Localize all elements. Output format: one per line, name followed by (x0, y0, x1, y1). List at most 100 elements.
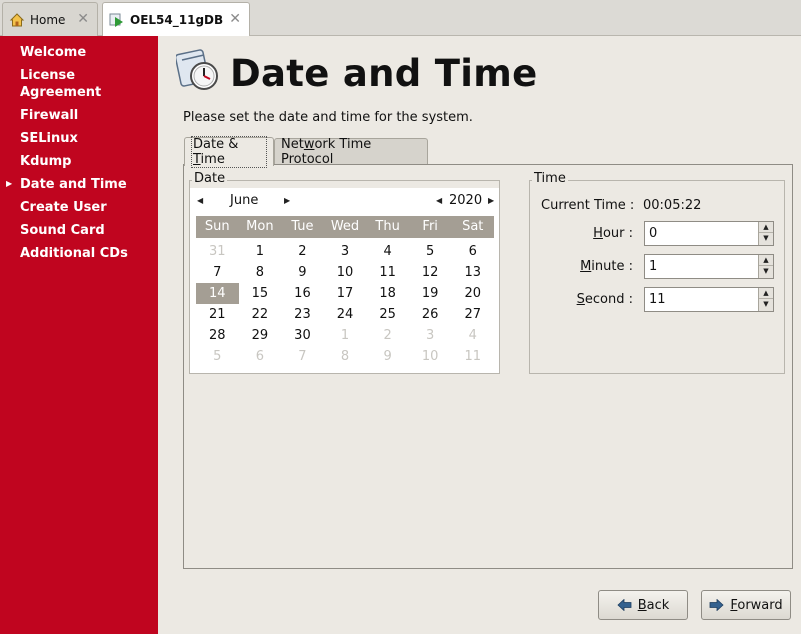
prev-month-button[interactable]: ◀ (197, 196, 203, 205)
home-icon (9, 12, 25, 28)
calendar-day[interactable]: 30 (281, 325, 324, 346)
calendar-day[interactable]: 3 (324, 241, 367, 262)
weekday-header-row: Sun Mon Tue Wed Thu Fri Sat (196, 216, 494, 238)
calendar-day[interactable]: 6 (239, 346, 282, 367)
next-year-button[interactable]: ▶ (488, 196, 494, 205)
hour-value[interactable]: 0 (649, 226, 657, 241)
prev-year-button[interactable]: ◀ (436, 196, 442, 205)
calendar-day[interactable]: 15 (239, 283, 282, 304)
minute-spinbox[interactable]: 1 ▲ ▼ (644, 254, 774, 279)
window-tab-home[interactable]: Home ✕ (2, 2, 98, 36)
spin-down-icon[interactable]: ▼ (759, 233, 773, 244)
calendar-day[interactable]: 7 (281, 346, 324, 367)
calendar-day[interactable]: 14 (196, 283, 239, 304)
window-tab-bar: Home ✕ OEL54_11gDB ✕ (0, 0, 801, 36)
calendar-day[interactable]: 9 (366, 346, 409, 367)
arrow-left-icon (617, 598, 632, 612)
calendar-day[interactable]: 29 (239, 325, 282, 346)
calendar-week-row: 31 1 2 3 4 5 6 (196, 241, 494, 262)
hour-spin-buttons: ▲ ▼ (758, 222, 773, 245)
calendar-day[interactable]: 19 (409, 283, 452, 304)
calendar-day[interactable]: 10 (409, 346, 452, 367)
calendar-day[interactable]: 23 (281, 304, 324, 325)
second-spin-buttons: ▲ ▼ (758, 288, 773, 311)
month-label: June (230, 193, 259, 208)
next-month-button[interactable]: ▶ (284, 196, 290, 205)
calendar-week-row: 21 22 23 24 25 26 27 (196, 304, 494, 325)
tab-date-time[interactable]: Date & Time (184, 136, 274, 168)
close-icon[interactable]: ✕ (77, 11, 89, 27)
calendar-day[interactable]: 13 (451, 262, 494, 283)
calendar-day[interactable]: 28 (196, 325, 239, 346)
year-label: 2020 (449, 193, 483, 208)
calendar-day[interactable]: 8 (324, 346, 367, 367)
calendar-day[interactable]: 11 (366, 262, 409, 283)
second-spinbox[interactable]: 11 ▲ ▼ (644, 287, 774, 312)
vm-play-icon (109, 12, 125, 28)
hour-spinbox[interactable]: 0 ▲ ▼ (644, 221, 774, 246)
calendar-day[interactable]: 3 (409, 325, 452, 346)
second-label: Second : (576, 292, 633, 307)
calendar-day[interactable]: 16 (281, 283, 324, 304)
current-time-label: Current Time : (541, 198, 635, 213)
sidebar-item-create-user: Create User (20, 200, 107, 215)
forward-button[interactable]: Forward (701, 590, 791, 620)
spin-down-icon[interactable]: ▼ (759, 299, 773, 310)
calendar-day[interactable]: 4 (451, 325, 494, 346)
calendar-day[interactable]: 2 (281, 241, 324, 262)
weekday-label: Sun (204, 219, 230, 234)
second-value[interactable]: 11 (649, 292, 666, 307)
calendar-day[interactable]: 11 (451, 346, 494, 367)
calendar-day[interactable]: 9 (281, 262, 324, 283)
sidebar-item-sound-card: Sound Card (20, 223, 105, 238)
calendar-day[interactable]: 27 (451, 304, 494, 325)
tab-network-time-protocol[interactable]: Network Time Protocol (274, 137, 428, 167)
back-button[interactable]: Back (598, 590, 688, 620)
weekday-label: Fri (422, 219, 438, 234)
window-tab-vm[interactable]: OEL54_11gDB ✕ (102, 2, 250, 36)
calendar-day[interactable]: 12 (409, 262, 452, 283)
spin-up-icon[interactable]: ▲ (759, 288, 773, 299)
spin-down-icon[interactable]: ▼ (759, 266, 773, 277)
calendar-day[interactable]: 6 (451, 241, 494, 262)
current-step-arrow-icon: ▶ (6, 179, 13, 188)
calendar-day[interactable]: 1 (324, 325, 367, 346)
calendar-day[interactable]: 5 (409, 241, 452, 262)
sidebar-item-firewall: Firewall (20, 108, 79, 123)
calendar-day[interactable]: 22 (239, 304, 282, 325)
arrow-right-icon (709, 598, 724, 612)
minute-value[interactable]: 1 (649, 259, 657, 274)
spin-up-icon[interactable]: ▲ (759, 222, 773, 233)
calendar-week-row: 14 15 16 17 18 19 20 (196, 283, 494, 304)
calendar-day[interactable]: 1 (239, 241, 282, 262)
hour-label: Hour : (593, 226, 633, 241)
close-icon[interactable]: ✕ (229, 11, 241, 27)
calendar-day[interactable]: 2 (366, 325, 409, 346)
sidebar-item-kdump: Kdump (20, 154, 72, 169)
spin-up-icon[interactable]: ▲ (759, 255, 773, 266)
calendar-day[interactable]: 26 (409, 304, 452, 325)
sidebar-item-welcome: Welcome (20, 45, 87, 60)
forward-button-label: Forward (730, 597, 783, 613)
calendar-day[interactable]: 5 (196, 346, 239, 367)
current-time-value: 00:05:22 (643, 198, 702, 213)
calendar-week-row: 7 8 9 10 11 12 13 (196, 262, 494, 283)
calendar-day[interactable]: 31 (196, 241, 239, 262)
calendar-day[interactable]: 10 (324, 262, 367, 283)
calendar-day[interactable]: 17 (324, 283, 367, 304)
sidebar-item-license: License Agreement (20, 68, 102, 100)
calendar-day[interactable]: 8 (239, 262, 282, 283)
calendar-day[interactable]: 20 (451, 283, 494, 304)
weekday-label: Thu (375, 219, 400, 234)
calendar-day[interactable]: 21 (196, 304, 239, 325)
calendar-week-row: 28 29 30 1 2 3 4 (196, 325, 494, 346)
calendar-day[interactable]: 4 (366, 241, 409, 262)
calendar-day[interactable]: 18 (366, 283, 409, 304)
clock-calendar-icon (174, 46, 220, 92)
weekday-label: Mon (246, 219, 274, 234)
tab-label: Date & Time (191, 136, 267, 168)
calendar-day[interactable]: 7 (196, 262, 239, 283)
sidebar-item-date-time: Date and Time (20, 177, 127, 192)
calendar-day[interactable]: 24 (324, 304, 367, 325)
calendar-day[interactable]: 25 (366, 304, 409, 325)
